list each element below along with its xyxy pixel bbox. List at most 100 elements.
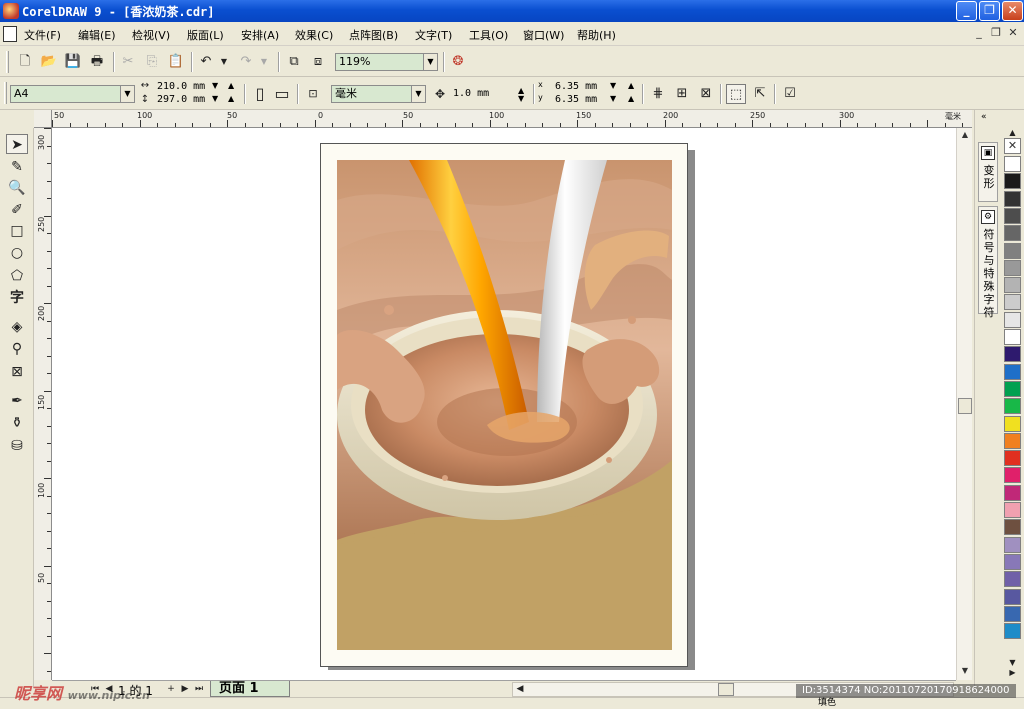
palette-expand-icon[interactable]: ▶ [1004,668,1021,678]
ellipse-tool-icon[interactable]: ○ [6,243,28,263]
horizontal-ruler[interactable]: 50 100 50 0 50 100 150 200 250 300 毫米 [52,110,972,128]
current-page-layout-icon[interactable]: ⊡ [303,84,323,104]
height-spin-up-icon[interactable]: ▲ [228,95,234,103]
duplicate-y-field[interactable]: 6.35 mm [555,94,597,106]
docker-expand-icon[interactable]: « [981,112,987,122]
width-spin-down-icon[interactable]: ▼ [212,82,218,90]
pen-outline-tool-icon[interactable]: ✒ [6,391,28,411]
document-icon[interactable] [3,26,17,42]
color-swatch[interactable] [1004,571,1021,588]
dup-x-spin-up-icon[interactable]: ▲ [628,82,634,90]
portrait-icon[interactable]: ▯ [250,84,270,104]
color-swatch[interactable] [1004,380,1021,397]
snap-to-grid-icon[interactable]: ⋕ [648,84,668,104]
ruler-origin[interactable] [34,110,52,128]
color-swatch[interactable] [1004,294,1021,311]
toolbar-grip[interactable] [4,82,7,104]
undo-icon[interactable]: ↶ [196,52,216,72]
page-width-field[interactable]: 210.0 mm [157,81,205,93]
freehand-tool-icon[interactable]: ✐ [6,200,28,220]
tab-transform[interactable]: ▣ 变形 [978,142,998,202]
menu-effects[interactable]: 效果(C) [295,27,333,43]
coreldraw-app-icon[interactable] [3,3,19,19]
next-page-icon[interactable]: ▶ [178,681,192,697]
palette-scroll-up-icon[interactable]: ▲ [1004,128,1021,138]
redo-dropdown-icon[interactable]: ▼ [254,52,274,72]
palette-scroll-down-icon[interactable]: ▼ [1004,658,1021,668]
print-icon[interactable]: 🖶 [87,52,107,72]
dup-y-spin-up-icon[interactable]: ▲ [628,95,634,103]
paste-icon[interactable]: 📋 [166,52,186,72]
page-height-field[interactable]: 297.0 mm [157,94,205,106]
color-swatch[interactable] [1004,502,1021,518]
vertical-scroll-thumb[interactable] [958,398,972,414]
no-fill-swatch[interactable]: ✕ [1004,138,1021,154]
milk-tea-poster[interactable] [337,160,672,650]
color-swatch[interactable] [1004,259,1021,276]
horizontal-scroll-thumb[interactable] [718,683,734,696]
menu-file[interactable]: 文件(F) [24,27,61,43]
maximize-button[interactable]: ❐ [979,1,1000,21]
landscape-icon[interactable]: ▭ [272,84,292,104]
document-page[interactable] [320,143,688,667]
color-swatch[interactable] [1004,623,1021,640]
chevron-down-icon[interactable]: ▼ [120,86,134,102]
text-tool-icon[interactable]: 字 [6,288,28,308]
interactive-fill-tool-icon[interactable]: ◈ [6,317,28,337]
menu-text[interactable]: 文字(T) [415,27,452,43]
color-swatch[interactable] [1004,553,1021,570]
dup-x-spin-down-icon[interactable]: ▼ [610,82,616,90]
scroll-up-icon[interactable]: ▲ [958,128,972,142]
vertical-ruler[interactable]: 300 250 200 150 100 50 [34,128,52,680]
transparency-tool-icon[interactable]: ⊠ [6,362,28,382]
scroll-down-icon[interactable]: ▼ [958,664,972,678]
fill-tool-icon[interactable]: ⚱ [6,413,28,433]
color-swatch[interactable] [1004,207,1021,224]
save-icon[interactable]: 💾 [63,52,83,72]
menu-bitmaps[interactable]: 点阵图(B) [349,27,398,43]
duplicate-x-field[interactable]: 6.35 mm [555,81,597,93]
add-page-icon[interactable]: + [164,681,178,697]
tab-symbols[interactable]: ⚙ 符号与特殊字符 [978,206,998,319]
open-icon[interactable]: 📂 [39,52,59,72]
color-swatch[interactable] [1004,173,1021,190]
color-swatch[interactable] [1004,242,1021,259]
chevron-down-icon[interactable]: ▼ [423,54,437,70]
color-swatch[interactable] [1004,519,1021,536]
undo-dropdown-icon[interactable]: ▼ [214,52,234,72]
snap-to-guidelines-icon[interactable]: ⊞ [672,84,692,104]
treat-as-filled-icon[interactable]: ⬚ [726,84,746,104]
rectangle-tool-icon[interactable]: □ [6,221,28,241]
redo-icon[interactable]: ↷ [236,52,256,72]
nudge-spin-down-icon[interactable]: ▼ [518,95,524,103]
color-swatch[interactable] [1004,277,1021,294]
color-swatch[interactable] [1004,363,1021,380]
height-spin-down-icon[interactable]: ▼ [212,95,218,103]
color-swatch[interactable] [1004,467,1021,484]
zoom-tool-icon[interactable]: 🔍 [6,178,28,198]
export-icon[interactable]: ⧈ [308,52,328,72]
copy-icon[interactable]: ⎘ [142,52,162,72]
new-icon[interactable]: 🗋 [15,52,35,72]
drawing-canvas[interactable] [52,128,956,680]
paper-size-combo[interactable]: A4 ▼ [10,85,135,103]
menu-view[interactable]: 检视(V) [132,27,170,43]
color-swatch[interactable] [1004,398,1021,415]
polygon-tool-icon[interactable]: ⬠ [6,266,28,286]
color-swatch[interactable] [1004,415,1021,432]
eyedropper-tool-icon[interactable]: ⚲ [6,339,28,359]
vertical-scrollbar[interactable]: ▲ ▼ [956,128,972,680]
close-button[interactable]: ✕ [1002,1,1023,21]
color-swatch[interactable] [1004,156,1021,172]
width-spin-up-icon[interactable]: ▲ [228,82,234,90]
color-swatch[interactable] [1004,536,1021,553]
menu-layout[interactable]: 版面(L) [187,27,224,43]
pick-tool-icon[interactable]: ➤ [6,134,28,154]
menu-tools[interactable]: 工具(O) [469,27,508,43]
last-page-icon[interactable]: ⏭ [192,681,206,697]
color-swatch[interactable] [1004,190,1021,207]
doc-close-button[interactable]: ✕ [1006,27,1020,40]
color-swatch[interactable] [1004,311,1021,328]
cut-icon[interactable]: ✂ [118,52,138,72]
color-swatch[interactable] [1004,605,1021,622]
